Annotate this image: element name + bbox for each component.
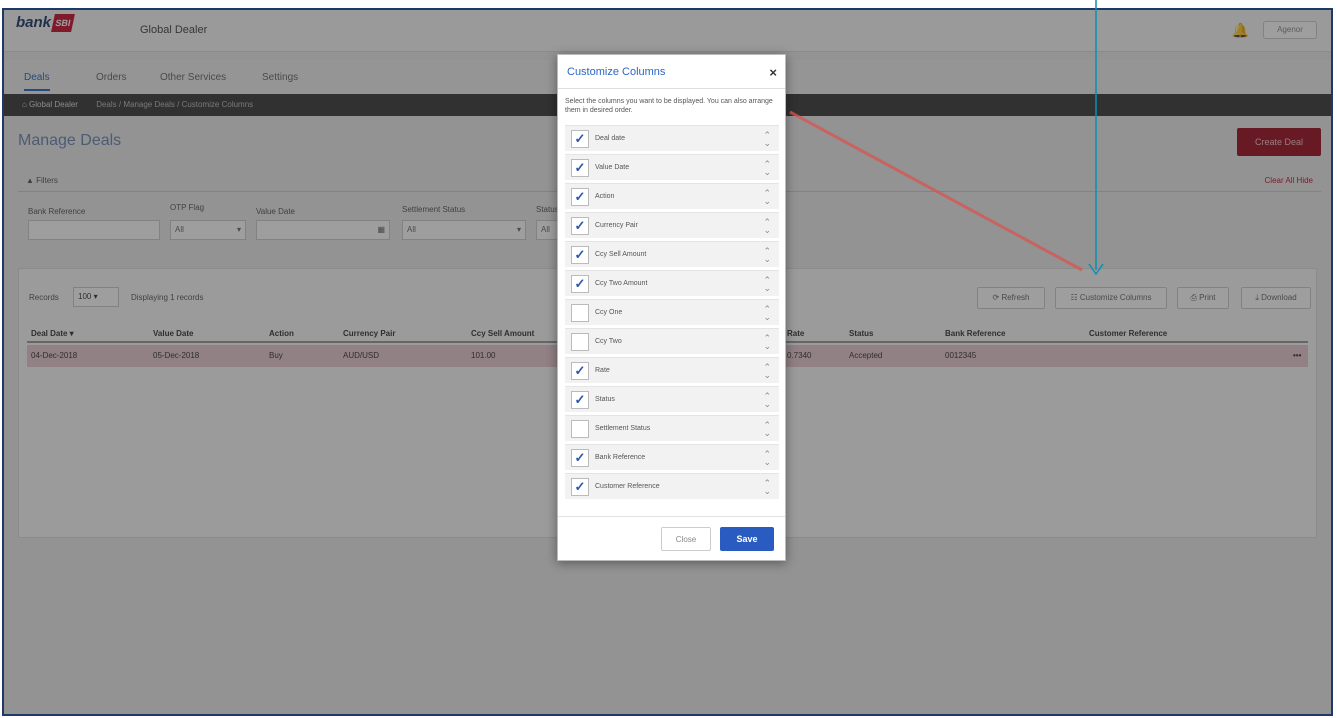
column-option-label: Ccy Two Amount <box>595 280 648 287</box>
column-option-label: Currency Pair <box>595 222 638 229</box>
close-icon[interactable]: × <box>769 65 777 80</box>
checkbox-unchecked[interactable] <box>571 304 589 322</box>
app-frame: bank SBI Global Dealer 🔔 Agenor Deals Ord… <box>2 8 1333 716</box>
column-option-label: Ccy Two <box>595 338 622 345</box>
column-option[interactable]: ✓ Rate ⌃ ⌄ <box>565 357 779 383</box>
column-option[interactable]: ✓ Ccy Sell Amount ⌃ ⌄ <box>565 241 779 267</box>
column-option-label: Ccy Sell Amount <box>595 251 647 258</box>
drag-handle-icon[interactable]: ⌃ ⌄ <box>763 131 771 148</box>
column-option-label: Customer Reference <box>595 483 660 490</box>
drag-handle-icon[interactable]: ⌃ ⌄ <box>763 334 771 351</box>
checkbox-unchecked[interactable] <box>571 333 589 351</box>
drag-handle-icon[interactable]: ⌃ ⌄ <box>763 276 771 293</box>
drag-handle-icon[interactable]: ⌃ ⌄ <box>763 392 771 409</box>
drag-handle-icon[interactable]: ⌃ ⌄ <box>763 247 771 264</box>
checkbox-checked[interactable]: ✓ <box>571 478 589 496</box>
column-option[interactable]: ✓ Currency Pair ⌃ ⌄ <box>565 212 779 238</box>
save-button[interactable]: Save <box>720 527 774 551</box>
column-option-label: Settlement Status <box>595 425 651 432</box>
checkbox-checked[interactable]: ✓ <box>571 217 589 235</box>
drag-handle-icon[interactable]: ⌃ ⌄ <box>763 363 771 380</box>
column-option[interactable]: ✓ Status ⌃ ⌄ <box>565 386 779 412</box>
drag-handle-icon[interactable]: ⌃ ⌄ <box>763 421 771 438</box>
column-option-label: Rate <box>595 367 610 374</box>
checkbox-checked[interactable]: ✓ <box>571 130 589 148</box>
modal-description: Select the columns you want to be displa… <box>565 98 773 114</box>
checkbox-checked[interactable]: ✓ <box>571 449 589 467</box>
drag-handle-icon[interactable]: ⌃ ⌄ <box>763 189 771 206</box>
column-option-label: Ccy One <box>595 309 623 316</box>
checkbox-checked[interactable]: ✓ <box>571 362 589 380</box>
close-button[interactable]: Close <box>661 527 711 551</box>
checkbox-checked[interactable]: ✓ <box>571 159 589 177</box>
column-option-label: Bank Reference <box>595 454 646 461</box>
column-option[interactable]: Ccy One ⌃ ⌄ <box>565 299 779 325</box>
column-option[interactable]: ✓ Bank Reference ⌃ ⌄ <box>565 444 779 470</box>
drag-handle-icon[interactable]: ⌃ ⌄ <box>763 160 771 177</box>
column-option[interactable]: ✓ Ccy Two Amount ⌃ ⌄ <box>565 270 779 296</box>
checkbox-checked[interactable]: ✓ <box>571 275 589 293</box>
column-option[interactable]: Settlement Status ⌃ ⌄ <box>565 415 779 441</box>
column-option-label: Status <box>595 396 615 403</box>
column-option[interactable]: ✓ Customer Reference ⌃ ⌄ <box>565 473 779 499</box>
checkbox-checked[interactable]: ✓ <box>571 246 589 264</box>
checkbox-checked[interactable]: ✓ <box>571 391 589 409</box>
column-option-label: Deal date <box>595 135 625 142</box>
modal-title: Customize Columns <box>567 66 666 78</box>
column-option-label: Action <box>595 193 615 200</box>
drag-handle-icon[interactable]: ⌃ ⌄ <box>763 479 771 496</box>
drag-handle-icon[interactable]: ⌃ ⌄ <box>763 218 771 235</box>
drag-handle-icon[interactable]: ⌃ ⌄ <box>763 305 771 322</box>
modal-header: Customize Columns × <box>558 55 785 89</box>
checkbox-checked[interactable]: ✓ <box>571 188 589 206</box>
drag-handle-icon[interactable]: ⌃ ⌄ <box>763 450 771 467</box>
column-option[interactable]: ✓ Deal date ⌃ ⌄ <box>565 125 779 151</box>
customize-columns-modal: Customize Columns × Select the columns y… <box>557 54 786 561</box>
column-option[interactable]: ✓ Value Date ⌃ ⌄ <box>565 154 779 180</box>
checkbox-unchecked[interactable] <box>571 420 589 438</box>
column-option[interactable]: Ccy Two ⌃ ⌄ <box>565 328 779 354</box>
column-option[interactable]: ✓ Action ⌃ ⌄ <box>565 183 779 209</box>
column-option-label: Value Date <box>595 164 630 171</box>
modal-footer: Close Save <box>558 516 785 560</box>
